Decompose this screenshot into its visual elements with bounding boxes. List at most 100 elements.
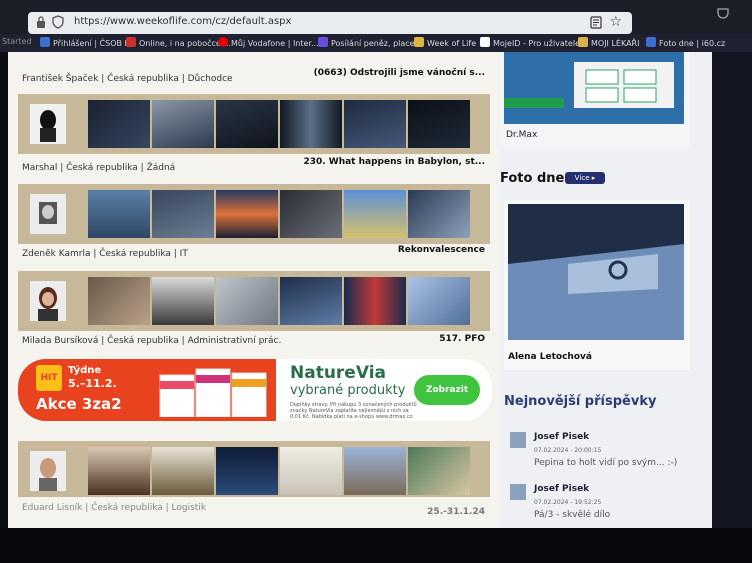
- post-thumbnail[interactable]: [152, 277, 214, 325]
- bookmark-favicon-icon: [414, 37, 424, 47]
- post-user-line[interactable]: Marshal | Česká republika | Žádná: [22, 163, 175, 173]
- bookmark-item[interactable]: Posílání peněz, place...: [318, 37, 422, 48]
- url-text: https://www.weekoflife.com/cz/default.as…: [74, 16, 292, 27]
- product-boxes-image: [159, 368, 267, 417]
- post-thumbnail[interactable]: [280, 277, 342, 325]
- ad-week-label: Týdne: [68, 365, 102, 376]
- post-thumbnail[interactable]: [408, 447, 470, 495]
- post-user-line[interactable]: Zdeněk Kamrla | Česká republika | IT: [22, 249, 188, 259]
- post-thumbnail[interactable]: [344, 190, 406, 238]
- user-avatar[interactable]: [30, 104, 66, 144]
- bookmark-favicon-icon: [646, 37, 656, 47]
- photo-of-day-image[interactable]: [508, 204, 684, 340]
- comment-date: 07.02.2024 - 19:52:25: [534, 499, 602, 506]
- post-thumbnail[interactable]: [216, 447, 278, 495]
- bookmarks-bar: Started Přihlášení | ČSOB ID Online, i n…: [0, 34, 752, 52]
- bookmark-item[interactable]: Můj Vodafone | Inter...: [218, 37, 319, 48]
- ad-subtitle: vybrané produkty: [290, 383, 406, 398]
- sidebar: Dr.Max Foto dne Více ▸ Alena Letochová N…: [500, 52, 712, 528]
- post-user-line[interactable]: František Špaček | Česká republika | Důc…: [22, 74, 233, 84]
- post-thumbnail[interactable]: [280, 190, 342, 238]
- lock-icon: [37, 16, 45, 28]
- web-page: František Špaček | Česká republika | Důc…: [8, 52, 712, 528]
- post-photo-strip: [18, 271, 490, 331]
- post-photo-strip: [18, 94, 490, 154]
- comment-text[interactable]: Pá/3 - skvělé dílo: [534, 510, 610, 520]
- post-title[interactable]: (0663) Odstrojili jsme vánoční s...: [314, 68, 485, 78]
- bookmark-star-icon[interactable]: ☆: [609, 14, 622, 30]
- bookmark-started[interactable]: Started: [2, 37, 32, 46]
- comment-date: 07.02.2024 - 20:00:15: [534, 447, 602, 454]
- post-thumbnail[interactable]: [408, 277, 470, 325]
- ad-promo: Akce 3za2: [36, 395, 122, 413]
- ad-show-button[interactable]: Zobrazit: [414, 375, 480, 405]
- bookmark-item[interactable]: Week of Life: [414, 37, 476, 48]
- bookmark-item[interactable]: Online, i na pobočce ...: [126, 37, 231, 48]
- drmax-ad-image: [504, 52, 684, 124]
- bookmark-favicon-icon: [218, 37, 228, 47]
- post-thumbnail[interactable]: [152, 100, 214, 148]
- photo-author[interactable]: Alena Letochová: [508, 352, 592, 362]
- post-title[interactable]: 25.-31.1.24: [427, 507, 485, 517]
- user-avatar[interactable]: [30, 194, 66, 234]
- bookmark-item[interactable]: Foto dne | i60.cz: [646, 37, 725, 48]
- post-thumbnail[interactable]: [216, 277, 278, 325]
- post-thumbnail[interactable]: [152, 447, 214, 495]
- address-bar[interactable]: https://www.weekoflife.com/cz/default.as…: [28, 12, 632, 34]
- commenter-avatar[interactable]: [510, 432, 526, 448]
- comment-item[interactable]: Josef Pisek 07.02.2024 - 19:52:25 Pá/3 -…: [510, 484, 700, 528]
- browser-toolbar: https://www.weekoflife.com/cz/default.as…: [0, 0, 752, 52]
- photo-of-day-card[interactable]: Alena Letochová: [504, 200, 690, 370]
- bookmark-item[interactable]: MOJI LÉKAŘI: [578, 37, 639, 48]
- post-thumbnail[interactable]: [408, 190, 470, 238]
- post-thumbnail[interactable]: [280, 100, 342, 148]
- post-title[interactable]: Rekonvalescence: [398, 245, 485, 255]
- post-thumbnail[interactable]: [88, 277, 150, 325]
- post-thumbnail[interactable]: [88, 100, 150, 148]
- ad-banner[interactable]: HIT Týdne 5.–11.2. Akce 3za2 NatureVia v…: [18, 359, 492, 421]
- post-user-line[interactable]: Eduard Lisník | Česká republika | Logist…: [22, 503, 206, 513]
- post-photo-strip: [18, 184, 490, 244]
- screen: https://www.weekoflife.com/cz/default.as…: [0, 0, 752, 563]
- bookmark-item[interactable]: Přihlášení | ČSOB ID: [40, 37, 133, 48]
- more-label: Více: [574, 174, 590, 182]
- pocket-icon[interactable]: [716, 6, 730, 20]
- more-button[interactable]: Více ▸: [565, 172, 605, 184]
- ad-hit-badge: HIT: [36, 365, 62, 391]
- post-thumbnail[interactable]: [344, 277, 406, 325]
- window-edge: [712, 52, 752, 528]
- bookmark-favicon-icon: [318, 37, 328, 47]
- post-photo-strip: [18, 441, 490, 497]
- play-arrow-icon: ▸: [591, 174, 596, 182]
- product-image: [504, 52, 684, 124]
- comment-item[interactable]: Josef Pisek 07.02.2024 - 20:00:15 Pepina…: [510, 432, 700, 476]
- commenter-avatar[interactable]: [510, 484, 526, 500]
- commenter-name[interactable]: Josef Pisek: [534, 484, 589, 494]
- reader-view-icon[interactable]: [590, 16, 602, 29]
- photo-of-day-title: Foto dne: [500, 171, 565, 186]
- post-title[interactable]: 230. What happens in Babylon, st...: [303, 157, 485, 167]
- bookmark-favicon-icon: [40, 37, 50, 47]
- bookmark-favicon-icon: [126, 37, 136, 47]
- post-thumbnail[interactable]: [88, 190, 150, 238]
- shield-icon: [52, 15, 64, 29]
- post-thumbnail[interactable]: [344, 447, 406, 495]
- post-user-line[interactable]: Milada Bursíková | Česká republika | Adm…: [22, 336, 281, 346]
- comment-text[interactable]: Pepina to holt vidí po svým... :-): [534, 458, 677, 468]
- post-thumbnail[interactable]: [344, 100, 406, 148]
- commenter-name[interactable]: Josef Pisek: [534, 432, 589, 442]
- post-thumbnail[interactable]: [280, 447, 342, 495]
- post-thumbnail[interactable]: [88, 447, 150, 495]
- user-avatar[interactable]: [30, 451, 66, 491]
- post-thumbnail[interactable]: [152, 190, 214, 238]
- ad-fine-print: Doplňky stravy. Při nákupu 3 označených …: [290, 402, 417, 420]
- post-thumbnail[interactable]: [408, 100, 470, 148]
- drmax-ad[interactable]: Dr.Max: [500, 52, 690, 148]
- post-thumbnail[interactable]: [216, 190, 278, 238]
- user-avatar[interactable]: [30, 281, 66, 321]
- drmax-label: Dr.Max: [506, 130, 538, 140]
- bookmark-item[interactable]: MojeID - Pro uživatele: [480, 37, 580, 48]
- post-thumbnail[interactable]: [216, 100, 278, 148]
- post-title[interactable]: 517. PFO: [439, 334, 485, 344]
- ad-brand: NatureVia: [290, 363, 386, 383]
